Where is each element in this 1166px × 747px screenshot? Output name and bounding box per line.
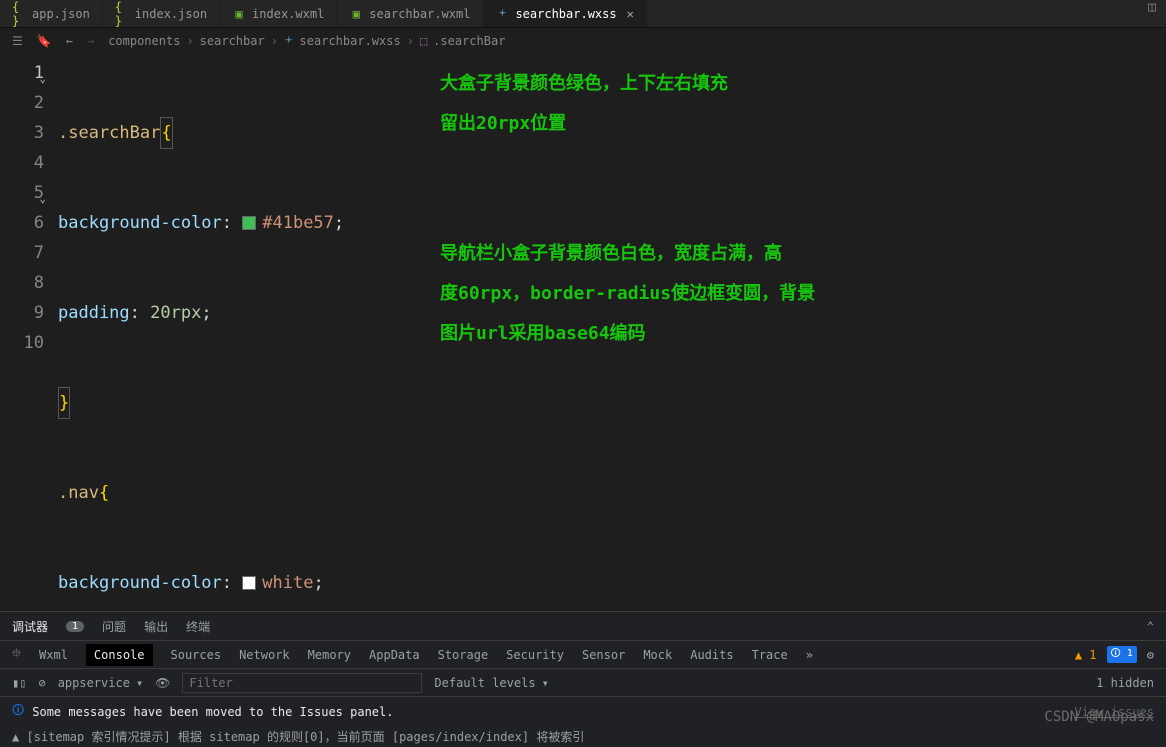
tab-terminal[interactable]: 终端 [186,618,210,635]
css-prop: background-color [58,208,222,238]
tab-sensor[interactable]: Sensor [582,648,625,662]
console-message: 🛈 Some messages have been moved to the I… [0,696,1166,726]
close-icon[interactable]: ✕ [627,7,634,21]
badge: 1 [66,621,84,632]
forward-icon[interactable]: → [87,34,94,48]
back-icon[interactable]: ← [66,34,73,48]
tab-searchbar-wxml[interactable]: ▣ searchbar.wxml [337,0,483,27]
devtools-panel: 调试器 1 问题 输出 终端 ⌃ ⯐ Wxml Console Sources … [0,611,1166,747]
tab-index-json[interactable]: { } index.json [103,0,220,27]
tab-label: app.json [32,7,90,21]
selector: .searchBar [58,118,160,148]
class-icon: ⬚ [420,34,427,48]
eye-icon[interactable]: 👁 [155,676,170,690]
crumb[interactable]: searchbar [200,34,265,48]
chevron-up-icon[interactable]: ⌃ [1147,619,1154,633]
css-value: white [262,568,313,598]
tab-problems[interactable]: 问题 [102,618,126,635]
tab-appdata[interactable]: AppData [369,648,420,662]
tab-audits[interactable]: Audits [690,648,733,662]
tab-console[interactable]: Console [86,644,153,666]
tab-label: index.json [135,7,207,21]
wxss-icon: 🟄 [284,32,294,50]
editor-tabs: { } app.json { } index.json ▣ index.wxml ▣ s… [0,0,1166,28]
tab-index-wxml[interactable]: ▣ index.wxml [220,0,337,27]
tab-debugger[interactable]: 调试器 [12,618,48,635]
filter-input[interactable] [182,673,422,693]
annotation: 导航栏小盒子背景颜色白色，宽度占满，高度60rpx，border-radius使… [440,234,815,354]
more-icon[interactable]: » [806,648,813,662]
css-value: 20 [150,298,170,328]
wxml-icon: ▣ [349,7,363,21]
warning-icon[interactable]: ▲ 1 [1075,648,1097,662]
crumb[interactable]: searchbar.wxss [300,34,401,48]
inspect-icon[interactable]: ⯐ [12,644,21,665]
gear-icon[interactable]: ⚙ [1147,648,1154,662]
tab-searchbar-wxss[interactable]: 🟄 searchbar.wxss ✕ [483,0,646,27]
clear-icon[interactable]: ⊘ [38,676,45,690]
toggle-sidebar-icon[interactable]: ▮▯ [12,676,26,690]
css-value: #41be57 [262,208,334,238]
crumb[interactable]: .searchBar [433,34,505,48]
crumb[interactable]: components [108,34,180,48]
tab-label: searchbar.wxss [515,7,616,21]
tab-memory[interactable]: Memory [308,648,351,662]
list-icon[interactable]: ☰ [12,34,23,48]
json-icon: { } [12,7,26,21]
info-icon: 🛈 [12,701,24,722]
tab-network[interactable]: Network [239,648,290,662]
tab-trace[interactable]: Trace [752,648,788,662]
panel-tabs: 调试器 1 问题 输出 终端 ⌃ [0,612,1166,640]
console-message: ▲ [sitemap 索引情况提示] 根据 sitemap 的规则[0]，当前页… [0,726,1166,747]
bookmark-icon[interactable]: 🔖 [37,34,52,48]
tab-mock[interactable]: Mock [643,648,672,662]
wxss-icon: 🟄 [495,7,509,21]
hidden-count: 1 hidden [1096,676,1154,690]
breadcrumb: components› searchbar› 🟄searchbar.wxss› … [108,32,505,50]
annotation: 大盒子背景颜色绿色，上下左右填充留出20rpx位置 [440,64,728,144]
editor-toolbar: ☰ 🔖 ← → components› searchbar› 🟄searchba… [0,28,1166,54]
console-filterbar: ▮▯ ⊘ appservice ▾ 👁 Default levels ▾ 1 h… [0,668,1166,696]
context-dropdown[interactable]: appservice ▾ [58,676,143,690]
tab-output[interactable]: 输出 [144,618,168,635]
selector: .nav [58,478,99,508]
tab-security[interactable]: Security [506,648,564,662]
wxml-icon: ▣ [232,7,246,21]
devtools-tabs: ⯐ Wxml Console Sources Network Memory Ap… [0,640,1166,668]
watermark: CSDN @MAOpasx [1044,709,1154,725]
css-prop: padding [58,298,130,328]
levels-dropdown[interactable]: Default levels ▾ [434,676,548,690]
tab-app-json[interactable]: { } app.json [0,0,103,27]
info-badge[interactable]: 🛈 1 [1107,646,1137,663]
css-prop: background-color [58,568,222,598]
tab-label: index.wxml [252,7,324,21]
line-gutter: 1⌄ 234 5⌄ 678910 [0,54,58,601]
tab-wxml[interactable]: Wxml [39,648,68,662]
code-editor[interactable]: 1⌄ 234 5⌄ 678910 .searchBar{ background-… [0,54,1166,601]
tab-storage[interactable]: Storage [438,648,489,662]
json-icon: { } [115,7,129,21]
tab-label: searchbar.wxml [369,7,470,21]
color-swatch[interactable] [242,216,256,230]
tab-sources[interactable]: Sources [171,648,222,662]
split-editor-icon[interactable]: ◫ [1138,0,1166,27]
color-swatch[interactable] [242,576,256,590]
